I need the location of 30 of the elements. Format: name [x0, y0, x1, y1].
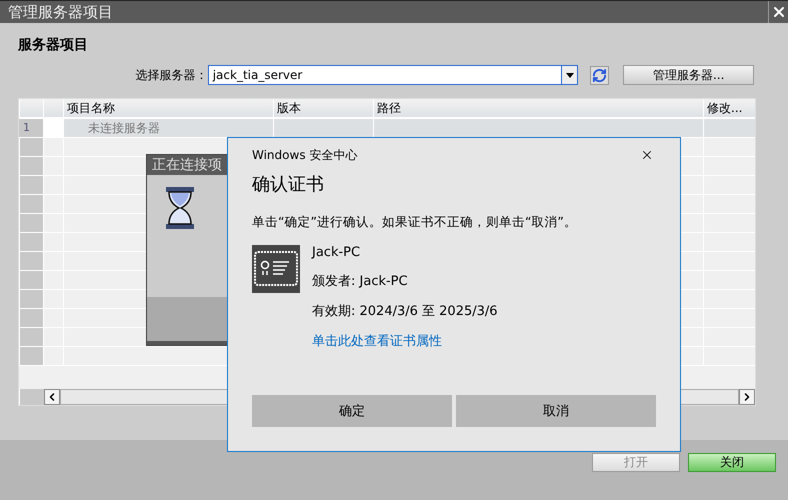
caret-icon [566, 72, 574, 78]
certificate-name: Jack-PC [312, 245, 362, 260]
section-heading: 服务器项目 [18, 36, 89, 54]
close-icon [640, 148, 654, 162]
column-header[interactable]: 版本 [273, 99, 373, 117]
server-dropdown[interactable]: jack_tia_server [208, 65, 578, 85]
window-title: 管理服务器项目 [7, 2, 113, 22]
certificate-validity: 有效期: 2024/3/6 至 2025/3/6 [312, 303, 498, 320]
column-header[interactable]: 路径 [373, 99, 703, 117]
certificate-properties-link[interactable]: 单击此处查看证书属性 [312, 332, 498, 350]
table-cell: 未连接服务器 [63, 119, 273, 137]
row-number: 1 [19, 119, 43, 137]
manage-servers-button[interactable]: 管理服务器... [623, 65, 754, 85]
dialog-title: 确认证书 [252, 173, 325, 196]
scroll-right-button[interactable] [739, 389, 755, 405]
column-header[interactable]: 项目名称 [63, 99, 273, 117]
dialog-button[interactable]: 取消 [456, 395, 656, 427]
certificate-icon [252, 245, 300, 293]
dialog-button[interactable]: 确定 [252, 395, 452, 427]
hourglass-icon [166, 187, 194, 229]
dialog-message: 单击“确定”进行确认。如果证书不正确，则单击“取消”。 [252, 214, 578, 231]
refresh-icon [592, 68, 608, 82]
refresh-button[interactable] [590, 66, 610, 84]
certificate-issuer: 颁发者: Jack-PC [312, 273, 409, 290]
dropdown-arrow-button[interactable] [561, 66, 578, 84]
column-header[interactable]: 修改... [703, 99, 755, 117]
dialog-button[interactable]: 关闭 [688, 453, 776, 472]
row-header [19, 389, 44, 405]
scroll-left-button[interactable] [44, 389, 60, 405]
server-label: 选择服务器： [134, 66, 208, 84]
